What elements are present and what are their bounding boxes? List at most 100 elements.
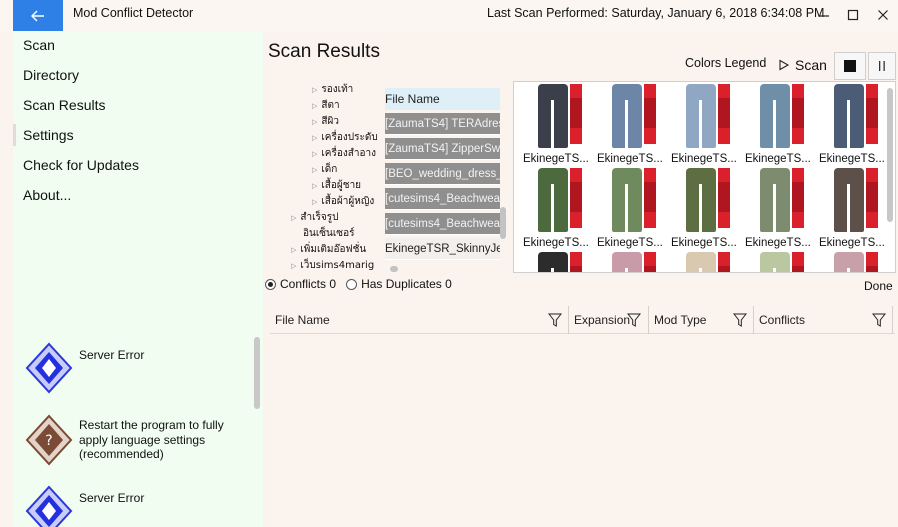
back-button[interactable] [13,0,63,31]
thumbnail-item[interactable] [664,252,732,272]
expand-arrow-icon[interactable]: ▷ [291,246,296,254]
tree-item[interactable]: ▷ เด็ก [312,162,337,177]
thumbnail-item[interactable]: EkinegeTS... [590,84,663,168]
thumbnail-item[interactable]: EkinegeTS... [664,84,737,168]
close-button[interactable] [874,6,892,24]
column-file-name[interactable]: File Name [270,306,569,334]
column-expansion[interactable]: Expansion [569,306,649,334]
tree-item[interactable]: ▷ เครื่องประดับ [312,130,378,145]
thumbnail-item[interactable]: EkinegeTS... [738,168,811,252]
result-filters: Conflicts 0 Has Duplicates 0 [265,277,452,291]
jeans-preview-image [530,84,582,148]
minimize-button[interactable] [815,6,833,24]
expand-arrow-icon[interactable]: ▷ [312,182,317,190]
thumbnail-item[interactable] [738,252,806,272]
colors-legend-button[interactable]: Colors Legend [685,56,766,70]
jeans-preview-image [678,252,730,272]
thumbnail-item[interactable]: EkinegeTS... [812,84,885,168]
file-row[interactable]: EkinegeTSR_SkinnyJea [385,238,500,260]
jeans-preview-image [826,168,878,232]
sidebar-item-check-updates[interactable]: Check for Updates [23,157,139,173]
file-list-scrollbar[interactable] [500,207,506,239]
expand-arrow-icon[interactable]: ▷ [291,214,296,222]
tree-item[interactable]: ▷ เว็บsims4marig [291,258,374,273]
thumbnail-item[interactable]: EkinegeTS... [590,168,663,252]
expand-arrow-icon[interactable]: ▷ [312,86,317,94]
filter-icon[interactable] [872,313,886,327]
thumbnail-item[interactable]: EkinegeTS... [664,168,737,252]
tree-item[interactable]: ▷ เสื้อผู้ชาย [312,178,361,193]
last-scan-label: Last Scan Performed: Saturday, January 6… [487,6,825,20]
file-row[interactable]: [ZaumaTS4] TERAdress [385,113,500,135]
expand-arrow-icon[interactable]: ▷ [312,102,317,110]
filter-icon[interactable] [733,313,747,327]
sidebar-item-directory[interactable]: Directory [23,67,79,83]
jeans-preview-image [678,168,730,232]
jeans-preview-image [604,168,656,232]
play-icon [779,59,790,71]
thumbnail-item[interactable]: EkinegeTS... [516,84,589,168]
sidebar-item-settings[interactable]: Settings [23,127,74,143]
jeans-preview-image [826,84,878,148]
column-conflicts[interactable]: Conflicts [754,306,893,334]
sidebar-item-scan-results[interactable]: Scan Results [23,97,105,113]
thumbnail-grid: EkinegeTS... EkinegeTS... EkinegeTS... Ekin… [513,81,896,273]
filter-icon[interactable] [548,313,562,327]
scan-button[interactable]: Scan [777,52,829,78]
expand-arrow-icon[interactable]: ▷ [291,262,296,270]
file-row[interactable]: [ZaumaTS4] ZipperSw [385,138,500,160]
expand-arrow-icon[interactable]: ▷ [312,118,317,126]
thumbnail-scrollbar[interactable] [887,88,893,222]
thumbnail-item[interactable]: EkinegeTS... [812,168,885,252]
tree-item[interactable]: ▷ เครื่องสำอาง [312,146,376,161]
maximize-button[interactable] [844,6,862,24]
file-list-hscrollbar[interactable] [390,266,398,272]
conflicts-radio[interactable]: Conflicts 0 [265,277,336,291]
thumbnail-item[interactable] [590,252,658,272]
pause-button[interactable] [868,52,896,80]
notification-item: ? Restart the program to fully apply lan… [23,414,253,474]
tree-item[interactable]: ▷ รองเท้า [312,82,353,97]
radio-checked-icon[interactable] [265,279,276,290]
error-diamond-icon [25,342,73,394]
sidebar-item-scan[interactable]: Scan [23,37,55,53]
expand-arrow-icon[interactable]: ▷ [312,134,317,142]
thumbnail-item[interactable]: EkinegeTS... [738,84,811,168]
maximize-icon [847,9,859,21]
thumbnail-label: EkinegeTS... [523,153,589,165]
stop-button[interactable] [834,52,866,80]
tree-item[interactable]: ▷ สีผิว [312,114,339,129]
thumbnail-item[interactable] [812,252,880,272]
sidebar-item-about[interactable]: About... [23,187,71,203]
file-list-header[interactable]: File Name [385,88,500,110]
column-mod-type[interactable]: Mod Type [649,306,754,334]
pause-icon [879,61,885,71]
scan-button-label: Scan [795,57,827,73]
sidebar-scrollbar[interactable] [254,337,260,409]
thumbnail-label: EkinegeTS... [597,237,663,249]
jeans-preview-image [752,168,804,232]
radio-unchecked-icon[interactable] [346,279,358,290]
tree-item[interactable]: ▷ เสื้อผ้าผู้หญิง [312,194,374,209]
thumbnail-item[interactable] [516,252,584,272]
jeans-preview-image [530,252,582,272]
page-title: Scan Results [268,41,380,62]
svg-text:?: ? [45,433,52,449]
file-row[interactable]: [BEO_wedding_dress_C [385,163,500,185]
status-done: Done [864,279,893,293]
filter-icon[interactable] [627,313,641,327]
notification-item: Server Error [23,342,253,402]
expand-arrow-icon[interactable]: ▷ [312,150,317,158]
selected-indicator [13,124,16,146]
file-row[interactable]: [cutesims4_Beachwear_ [385,188,500,210]
results-grid-header: File Name Expansion Mod Type Conflicts [270,306,895,334]
expand-arrow-icon[interactable]: ▷ [312,198,317,206]
tree-item[interactable]: ▷ เพิ่มเติมอ๊อฟชั่น [291,242,366,257]
tree-item[interactable]: ▷ สีตา [312,98,340,113]
tree-item[interactable]: ▷ สำเร็จรูป [291,210,338,225]
tree-item[interactable]: อินเซ็นเซอร์ [303,226,354,241]
duplicates-radio[interactable]: Has Duplicates 0 [346,277,452,291]
file-row[interactable]: [cutesims4_Beachwear_ [385,213,500,235]
expand-arrow-icon[interactable]: ▷ [312,166,317,174]
thumbnail-item[interactable]: EkinegeTS... [516,168,589,252]
